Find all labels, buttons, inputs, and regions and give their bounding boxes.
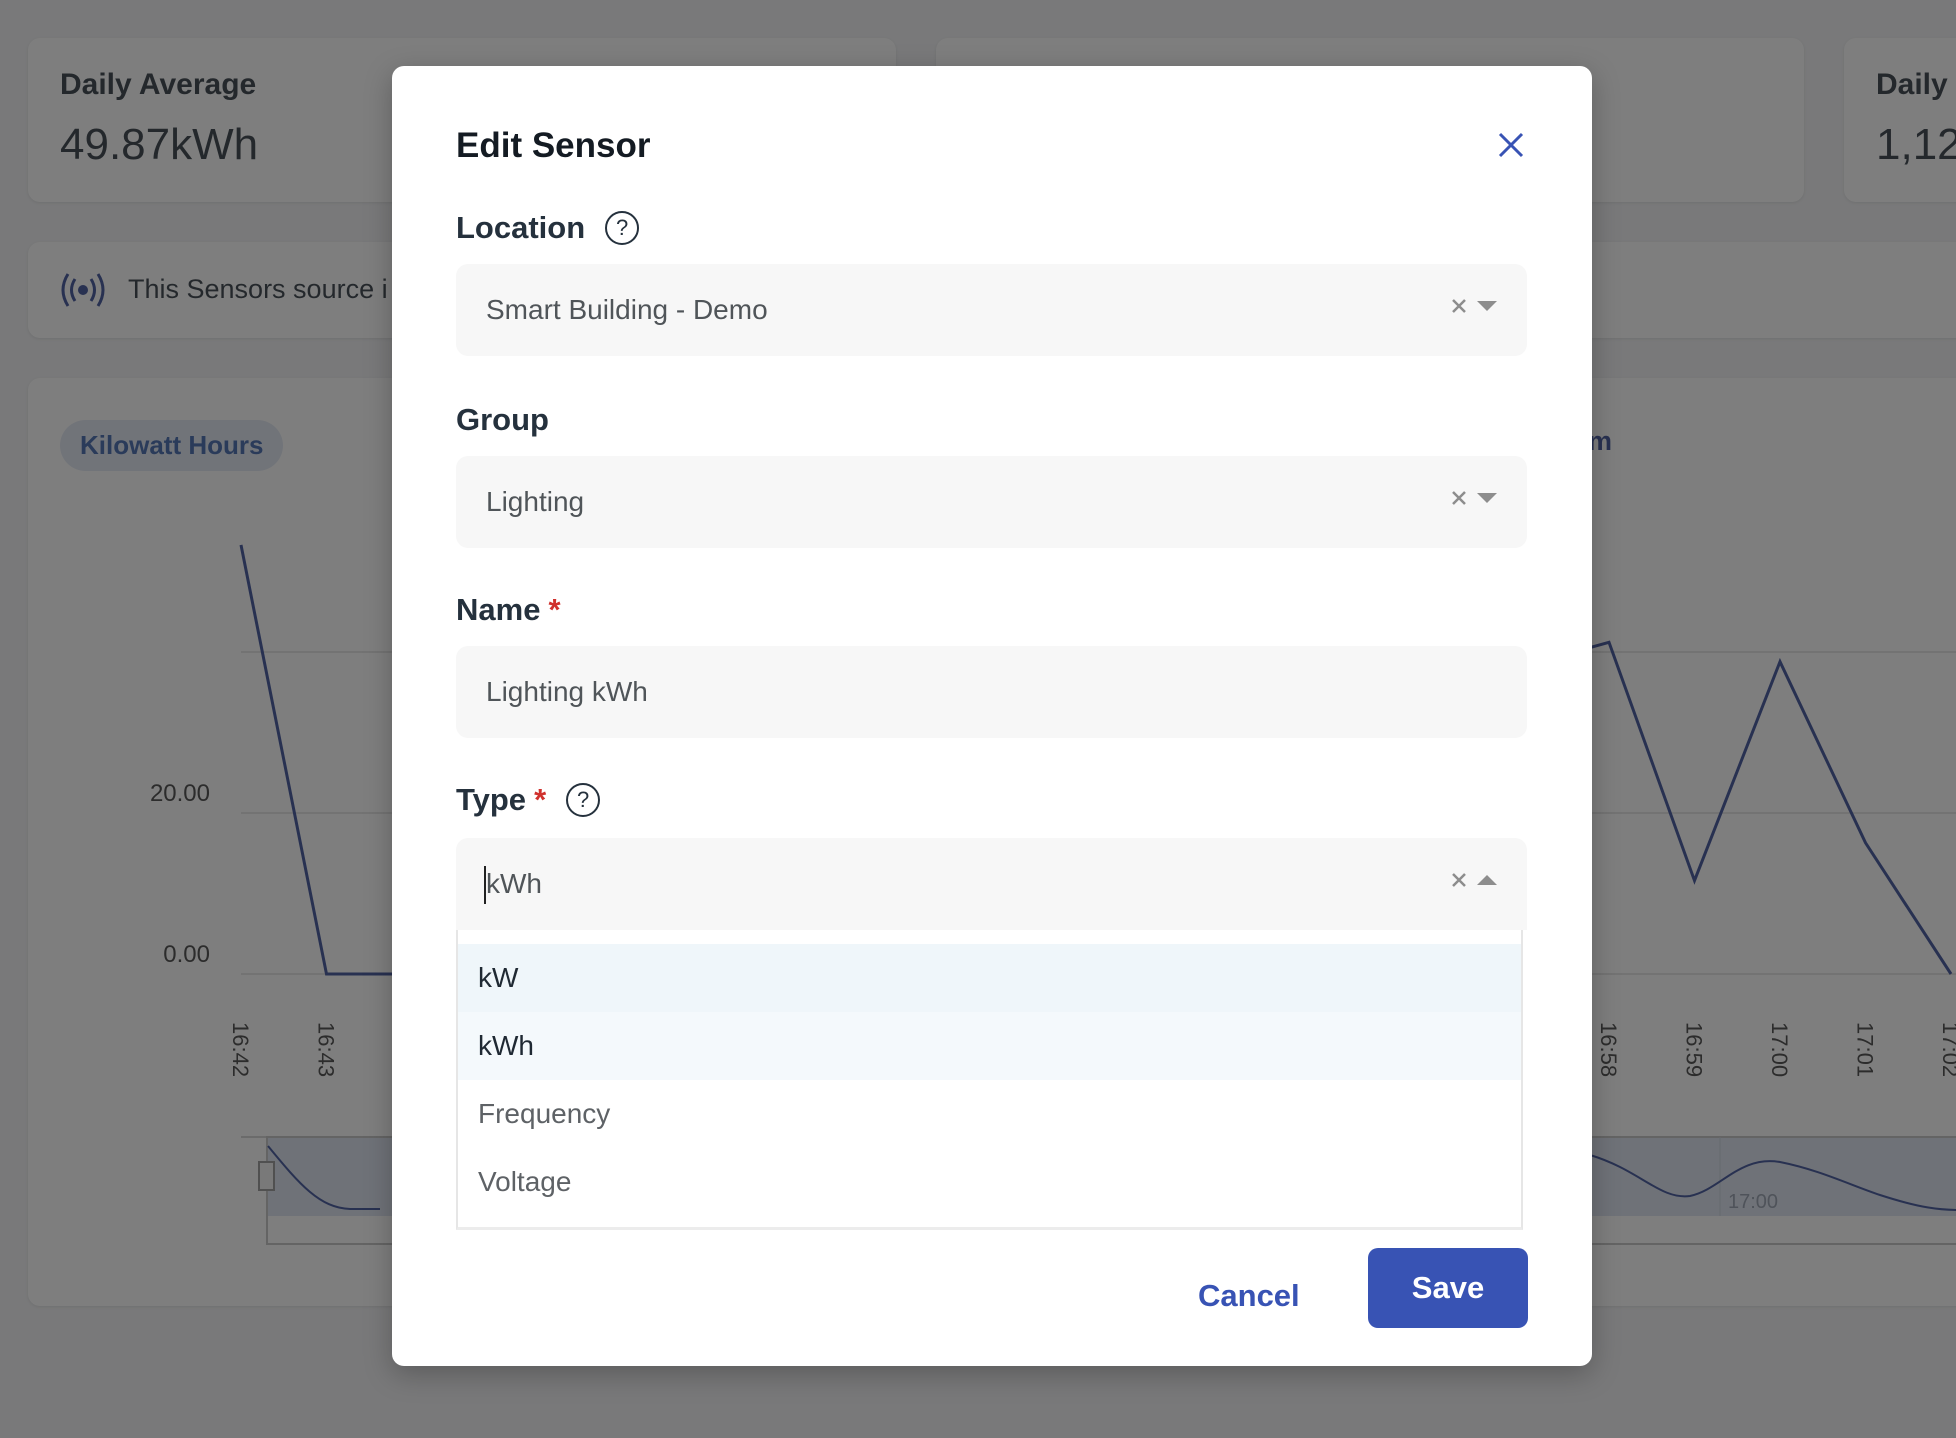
name-label: Name * xyxy=(456,592,561,628)
type-option-kwh[interactable]: kWh xyxy=(458,1012,1521,1080)
location-select-value: Smart Building - Demo xyxy=(486,294,768,325)
type-select-value: kWh xyxy=(486,868,542,899)
type-select[interactable]: kWh xyxy=(456,838,1527,930)
required-marker: * xyxy=(534,782,547,817)
name-input-value: Lighting kWh xyxy=(486,676,648,707)
name-input[interactable]: Lighting kWh xyxy=(456,646,1527,738)
type-option-voltage[interactable]: Voltage xyxy=(458,1148,1521,1216)
group-label: Group xyxy=(456,402,549,438)
chevron-down-icon[interactable] xyxy=(1477,493,1497,503)
group-select-value: Lighting xyxy=(486,486,585,517)
type-options-menu: kW kWh Frequency Voltage xyxy=(456,930,1523,1230)
group-label-text: Group xyxy=(456,402,549,437)
clear-icon[interactable] xyxy=(1451,298,1467,314)
name-label-text: Name xyxy=(456,592,541,627)
required-marker: * xyxy=(548,592,561,627)
type-option-frequency[interactable]: Frequency xyxy=(458,1080,1521,1148)
edit-sensor-dialog: Edit Sensor Location ? Smart Building - … xyxy=(392,66,1592,1366)
dashboard-page: Daily Average 49.87kWh Daily 1,12 This S… xyxy=(0,0,1956,1438)
type-label: Type * ? xyxy=(456,782,601,818)
location-label-text: Location xyxy=(456,210,586,245)
location-select[interactable]: Smart Building - Demo xyxy=(456,264,1527,356)
help-icon[interactable]: ? xyxy=(605,211,640,245)
chevron-up-icon[interactable] xyxy=(1477,875,1497,885)
save-button[interactable]: Save xyxy=(1368,1248,1528,1328)
clear-icon[interactable] xyxy=(1451,872,1467,888)
type-label-text: Type xyxy=(456,782,527,817)
group-select[interactable]: Lighting xyxy=(456,456,1527,548)
type-option-kw[interactable]: kW xyxy=(458,944,1521,1012)
close-icon[interactable] xyxy=(1496,130,1526,160)
chevron-down-icon[interactable] xyxy=(1477,301,1497,311)
location-label: Location ? xyxy=(456,210,640,246)
cancel-button[interactable]: Cancel xyxy=(1198,1266,1300,1326)
dialog-title: Edit Sensor xyxy=(456,126,651,165)
help-icon[interactable]: ? xyxy=(566,783,601,817)
clear-icon[interactable] xyxy=(1451,490,1467,506)
